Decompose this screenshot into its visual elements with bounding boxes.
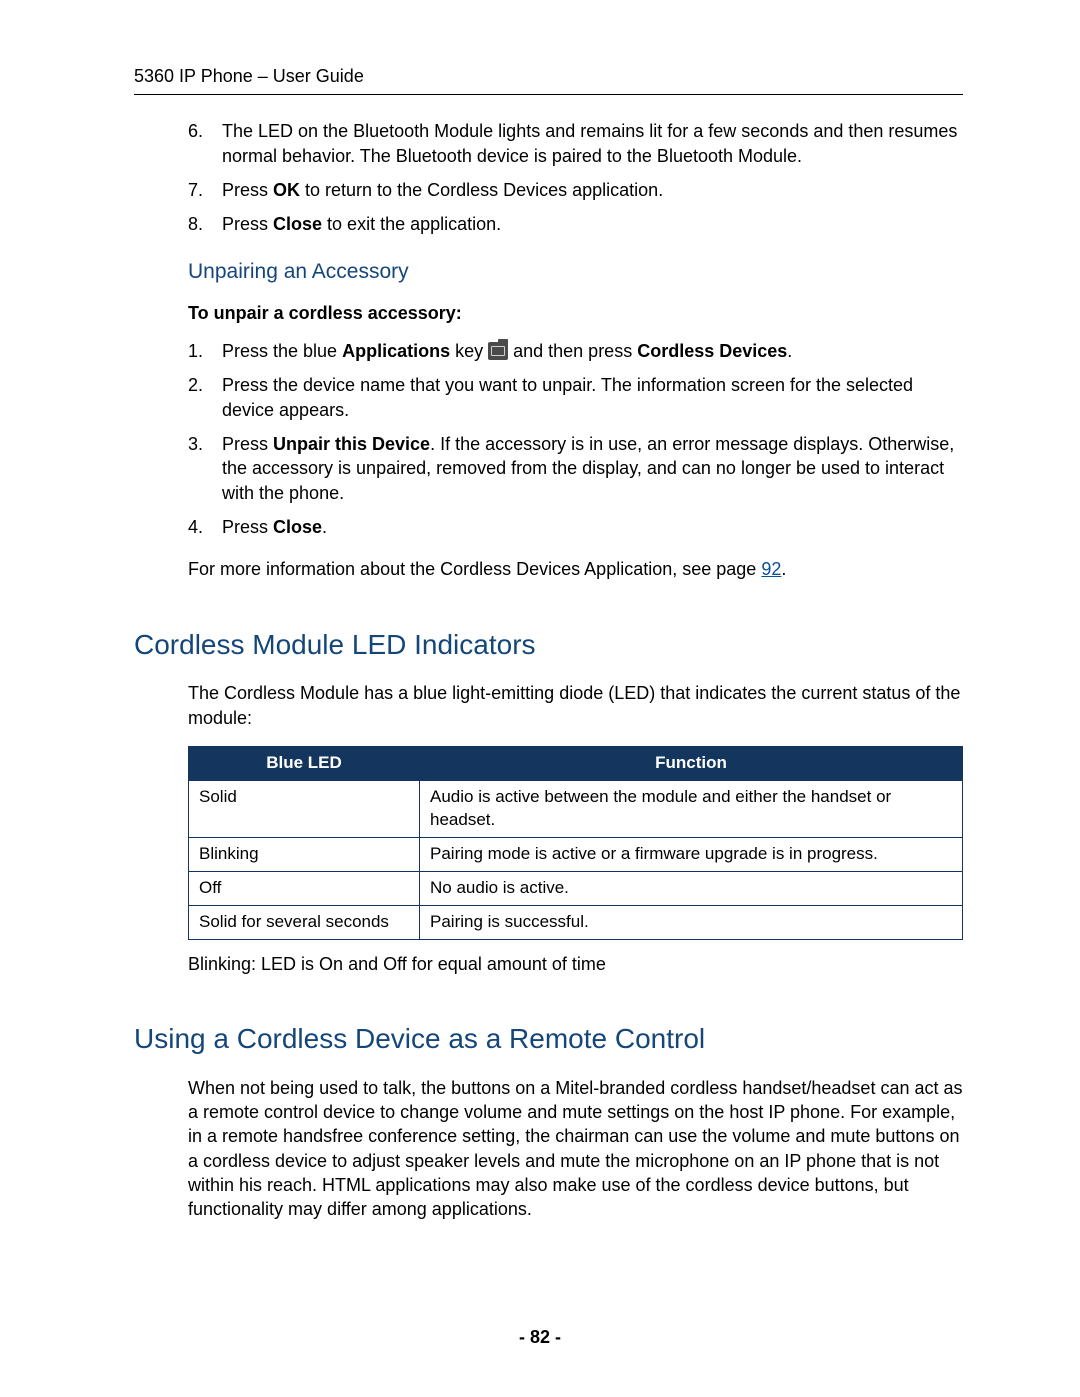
blinking-note: Blinking: LED is On and Off for equal am… <box>188 952 963 976</box>
th-blue-led: Blue LED <box>189 746 420 780</box>
remote-control-para: When not being used to talk, the buttons… <box>188 1076 963 1222</box>
header-title: 5360 IP Phone – User Guide <box>134 64 963 88</box>
table-row: Solid for several seconds Pairing is suc… <box>189 905 963 939</box>
cell-led: Blinking <box>189 837 420 871</box>
step-number: 3. <box>188 432 203 456</box>
page-number: - 82 - <box>0 1325 1080 1349</box>
unpairing-subheading: To unpair a cordless accessory: <box>188 301 963 325</box>
led-intro: The Cordless Module has a blue light-emi… <box>188 681 963 730</box>
step-number: 8. <box>188 212 203 236</box>
step-8: 8. Press Close to exit the application. <box>188 212 963 236</box>
cell-led: Solid for several seconds <box>189 905 420 939</box>
step-number: 6. <box>188 119 203 143</box>
step-6: 6. The LED on the Bluetooth Module light… <box>188 119 963 168</box>
cell-led: Solid <box>189 780 420 837</box>
step-text: Press Unpair this Device. If the accesso… <box>222 434 954 503</box>
applications-key-icon <box>488 342 508 360</box>
step-number: 1. <box>188 339 203 363</box>
cell-function: Pairing mode is active or a firmware upg… <box>420 837 963 871</box>
unpair-step-1: 1. Press the blue Applications key and t… <box>188 339 963 363</box>
page-92-link[interactable]: 92 <box>761 559 781 579</box>
table-row: Solid Audio is active between the module… <box>189 780 963 837</box>
step-text: Press Close. <box>222 517 327 537</box>
step-text: Press Close to exit the application. <box>222 214 501 234</box>
cell-led: Off <box>189 871 420 905</box>
table-row: Blinking Pairing mode is active or a fir… <box>189 837 963 871</box>
table-row: Off No audio is active. <box>189 871 963 905</box>
unpair-step-3: 3. Press Unpair this Device. If the acce… <box>188 432 963 505</box>
more-info: For more information about the Cordless … <box>188 557 963 581</box>
step-text: Press the blue Applications key and then… <box>222 341 792 361</box>
unpair-step-2: 2. Press the device name that you want t… <box>188 373 963 422</box>
step-number: 7. <box>188 178 203 202</box>
pairing-steps-continued: 6. The LED on the Bluetooth Module light… <box>188 119 963 236</box>
cell-function: Audio is active between the module and e… <box>420 780 963 837</box>
cell-function: Pairing is successful. <box>420 905 963 939</box>
remote-control-heading: Using a Cordless Device as a Remote Cont… <box>134 1020 963 1058</box>
step-number: 2. <box>188 373 203 397</box>
led-table: Blue LED Function Solid Audio is active … <box>188 746 963 940</box>
th-function: Function <box>420 746 963 780</box>
step-text: Press the device name that you want to u… <box>222 375 913 419</box>
led-indicators-heading: Cordless Module LED Indicators <box>134 626 963 664</box>
step-text: Press OK to return to the Cordless Devic… <box>222 180 663 200</box>
step-text: The LED on the Bluetooth Module lights a… <box>222 121 957 165</box>
page: 5360 IP Phone – User Guide 6. The LED on… <box>0 0 1080 1397</box>
step-number: 4. <box>188 515 203 539</box>
unpairing-steps: 1. Press the blue Applications key and t… <box>188 339 963 539</box>
header-rule <box>134 94 963 95</box>
content: 6. The LED on the Bluetooth Module light… <box>134 119 963 1221</box>
cell-function: No audio is active. <box>420 871 963 905</box>
unpair-step-4: 4. Press Close. <box>188 515 963 539</box>
step-7: 7. Press OK to return to the Cordless De… <box>188 178 963 202</box>
unpairing-heading: Unpairing an Accessory <box>188 258 963 286</box>
